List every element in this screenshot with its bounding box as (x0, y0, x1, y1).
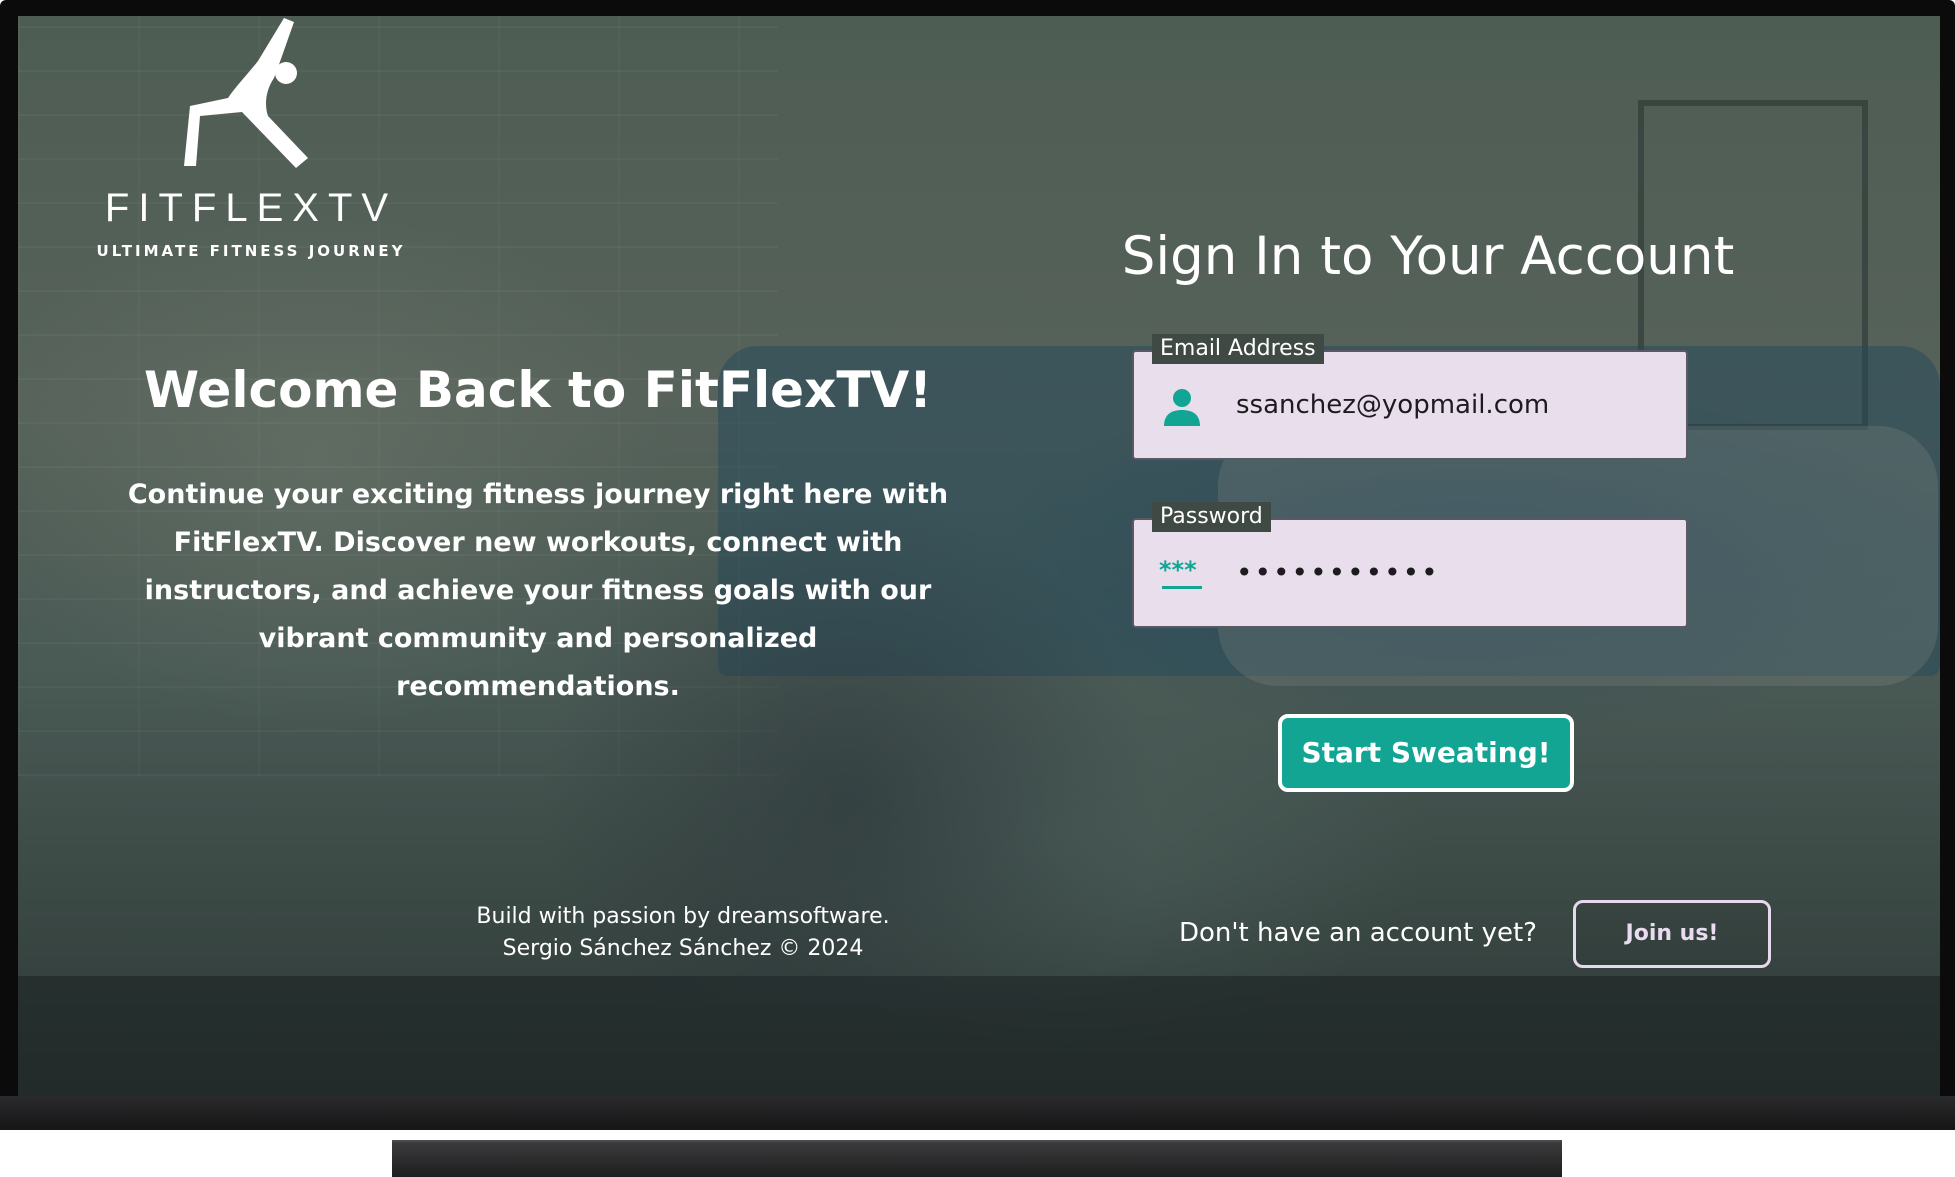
signin-title: Sign In to Your Account (1121, 226, 1735, 287)
credits-line-2: Sergio Sánchez Sánchez © 2024 (502, 936, 864, 961)
signup-prompt: Don't have an account yet? (1179, 918, 1537, 948)
start-sweating-button[interactable]: Start Sweating! (1278, 714, 1574, 792)
password-field[interactable]: Password *** (1132, 502, 1688, 628)
tv-screen: FITFLEXTV ULTIMATE FITNESS JOURNEY Welco… (18, 16, 1940, 1096)
brand-name: FITFLEXTV (104, 186, 398, 230)
password-input[interactable] (1236, 520, 1666, 626)
email-field[interactable]: Email Address (1132, 334, 1688, 460)
email-input[interactable] (1236, 352, 1666, 458)
person-icon (1164, 389, 1200, 426)
brand-tagline: ULTIMATE FITNESS JOURNEY (96, 242, 406, 260)
welcome-title: Welcome Back to FitFlexTV! (144, 361, 932, 419)
credits-line-1: Build with passion by dreamsoftware. (476, 904, 890, 929)
yoga-pose-icon (184, 18, 308, 168)
tv-chin (0, 1096, 1955, 1130)
tv-stand (392, 1140, 1562, 1177)
credits: Build with passion by dreamsoftware. Ser… (438, 901, 928, 965)
brand-logo: FITFLEXTV ULTIMATE FITNESS JOURNEY (56, 16, 446, 260)
svg-text:***: *** (1159, 556, 1197, 584)
welcome-description: Continue your exciting fitness journey r… (127, 479, 949, 702)
password-icon: *** (1159, 556, 1202, 589)
join-us-button[interactable]: Join us! (1573, 900, 1771, 968)
